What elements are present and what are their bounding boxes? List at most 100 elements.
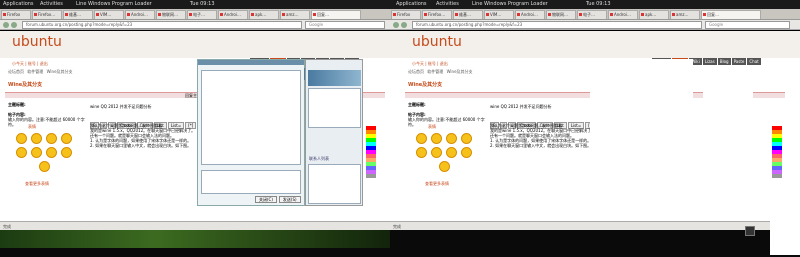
tab-1[interactable]: Firefox [391, 10, 421, 19]
smiley-icon[interactable] [46, 133, 57, 144]
qq-side-panel: 联系人列表 [305, 59, 363, 206]
smiley-icon[interactable] [31, 133, 42, 144]
gnome-top-bar: Applications Activities Line Windows Pro… [0, 0, 390, 9]
crumb-wine[interactable]: Wine及其分支 [447, 69, 473, 74]
crumb-software[interactable]: 软件管理 [27, 69, 43, 74]
search-box[interactable]: Google [305, 21, 385, 29]
tab-active[interactable]: 回复… [701, 10, 761, 19]
subject-input[interactable]: wine QQ 2012 并发不足问题分析 [490, 104, 590, 110]
qq-chat-window[interactable]: 关闭(C) 发送(S) [197, 59, 334, 206]
tab-3[interactable]: 维基… [453, 10, 483, 19]
tab-5[interactable]: Androi… [515, 10, 545, 19]
subject-input[interactable]: wine QQ 2012 并发不足问题分析 [90, 104, 200, 110]
smiley-icon[interactable] [16, 133, 27, 144]
tab-9[interactable]: apk… [249, 10, 279, 19]
color-palette[interactable] [366, 126, 376, 178]
app-menu-title[interactable]: Line Windows Program Loader [472, 0, 548, 9]
crumb-home[interactable]: 论坛首页 [408, 69, 424, 74]
tab-active[interactable]: 回复… [311, 10, 361, 19]
status-bar: 完成 [0, 221, 390, 230]
taskbar [0, 230, 390, 257]
smiley-icon[interactable] [446, 133, 457, 144]
close-button[interactable]: 关闭(C) [255, 196, 277, 203]
tab-2[interactable]: Firefox… [422, 10, 452, 19]
blank-window-small[interactable] [703, 141, 753, 181]
url-bar[interactable]: forum.ubuntu.org.cn/posting.php?mode=rep… [22, 21, 302, 29]
smilies-panel [14, 131, 84, 181]
body-hint: 输入你的内容。注意:不能超过 60000 个字符。 [8, 117, 85, 127]
smiley-icon[interactable] [416, 133, 427, 144]
tab-8[interactable]: Androi… [218, 10, 248, 19]
contact-info [308, 88, 361, 128]
tab-10[interactable]: amz… [280, 10, 310, 19]
tab-4[interactable]: VIM… [94, 10, 124, 19]
back-icon[interactable] [3, 22, 9, 28]
search-box[interactable]: Google [705, 21, 790, 29]
chat-titlebar[interactable] [198, 60, 304, 65]
applications-menu[interactable]: Applications [3, 0, 34, 9]
subject-label: 主题标题: [408, 102, 426, 107]
back-icon[interactable] [393, 22, 399, 28]
smiley-icon[interactable] [431, 133, 442, 144]
blank-window-edge [770, 220, 800, 255]
forum-header: ubuntu UbuntuForumWikiLizasBlogPasteChat [390, 31, 800, 65]
smiley-icon[interactable] [461, 147, 472, 158]
ubuntu-logo[interactable]: ubuntu [412, 34, 462, 50]
chat-input[interactable] [201, 170, 301, 194]
crumb-wine[interactable]: Wine及其分支 [47, 69, 73, 74]
smiley-icon[interactable] [39, 161, 50, 172]
smiley-icon[interactable] [461, 133, 472, 144]
clock[interactable]: Tue 09:13 [190, 0, 215, 9]
desktop-icon[interactable] [745, 226, 755, 236]
tab-6[interactable]: 物联网… [546, 10, 576, 19]
more-smilies-link[interactable]: 查看更多表情 [25, 181, 49, 187]
breadcrumb: 论坛首页 软件管理 Wine及其分支 [408, 67, 768, 77]
smiley-icon[interactable] [446, 147, 457, 158]
tab-7[interactable]: 电子… [187, 10, 217, 19]
crumb-home[interactable]: 论坛首页 [8, 69, 24, 74]
tab-4[interactable]: VIM… [484, 10, 514, 19]
blank-window-small[interactable] [703, 89, 753, 117]
tab-5[interactable]: Androi… [125, 10, 155, 19]
tab-8[interactable]: Androi… [608, 10, 638, 19]
desktop-wallpaper [0, 230, 390, 248]
crumb-software[interactable]: 软件管理 [427, 69, 443, 74]
subject-label: 主题标题: [8, 102, 26, 107]
post-textarea[interactable]: 我认为这个问题是字体问题，发个图看看: 我的是wine 1.5.x，QQ2012… [90, 123, 202, 183]
chat-message-area[interactable] [201, 70, 301, 165]
activities-button[interactable]: Activities [40, 0, 63, 9]
body-hint: 输入你的内容。注意:不能超过 60000 个字符。 [408, 117, 485, 127]
smiley-icon[interactable] [416, 147, 427, 158]
more-smilies-link[interactable]: 查看更多表情 [425, 181, 449, 187]
url-bar[interactable]: forum.ubuntu.org.cn/posting.php?mode=rep… [412, 21, 702, 29]
tab-10[interactable]: amz… [670, 10, 700, 19]
tab-7[interactable]: 电子… [577, 10, 607, 19]
browser-tab-bar: Firefox Firefox… 维基… VIM… Androi… 物联网… 电… [0, 9, 390, 20]
smiley-icon[interactable] [61, 147, 72, 158]
page-title[interactable]: Wine及其分支 [408, 81, 442, 88]
forward-icon[interactable] [11, 22, 17, 28]
tab-1[interactable]: Firefox [1, 10, 31, 19]
forward-icon[interactable] [401, 22, 407, 28]
color-palette[interactable] [772, 126, 782, 178]
ubuntu-logo[interactable]: ubuntu [12, 34, 62, 50]
tab-6[interactable]: 物联网… [156, 10, 186, 19]
app-menu-title[interactable]: Line Windows Program Loader [76, 0, 152, 9]
tab-2[interactable]: Firefox… [32, 10, 62, 19]
activities-button[interactable]: Activities [436, 0, 459, 9]
applications-menu[interactable]: Applications [396, 0, 427, 9]
smiley-icon[interactable] [61, 133, 72, 144]
smiley-icon[interactable] [31, 147, 42, 158]
smiley-icon[interactable] [46, 147, 57, 158]
page-title[interactable]: Wine及其分支 [8, 81, 42, 88]
blank-window[interactable] [590, 59, 693, 139]
clock[interactable]: Tue 09:13 [586, 0, 611, 9]
smiley-icon[interactable] [16, 147, 27, 158]
tab-3[interactable]: 维基… [63, 10, 93, 19]
smiley-icon[interactable] [431, 147, 442, 158]
tab-9[interactable]: apk… [639, 10, 669, 19]
contact-list[interactable] [308, 164, 361, 204]
send-button[interactable]: 发送(S) [278, 196, 301, 203]
smiley-icon[interactable] [439, 161, 450, 172]
browser-tab-bar: Firefox Firefox… 维基… VIM… Androi… 物联网… 电… [390, 9, 800, 20]
